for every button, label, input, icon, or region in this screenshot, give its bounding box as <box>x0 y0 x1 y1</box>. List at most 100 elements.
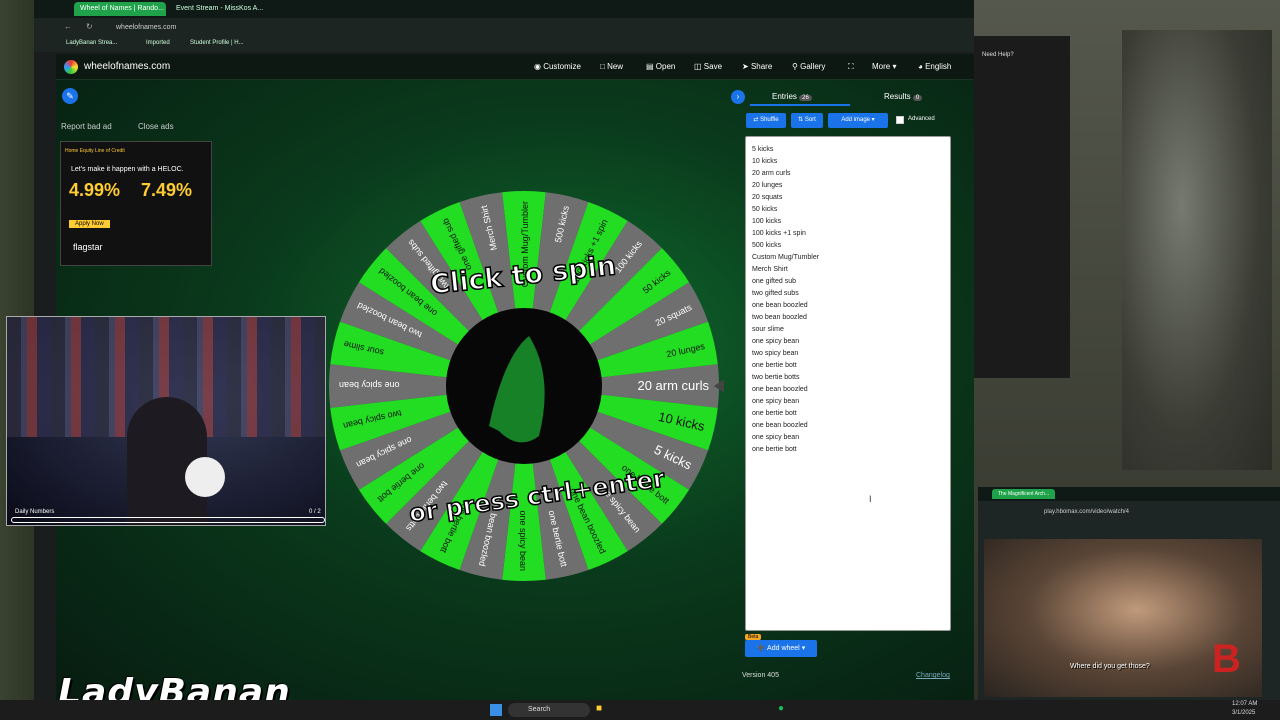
save-button[interactable]: ◫ Save <box>694 54 722 80</box>
save-label: Save <box>703 62 723 71</box>
entry-line[interactable]: one bean boozled <box>752 384 944 396</box>
entry-line[interactable]: one gifted sub <box>752 276 944 288</box>
fullscreen-icon[interactable]: ⛶ <box>848 54 854 80</box>
entry-line[interactable]: one spicy bean <box>752 336 944 348</box>
video-url[interactable]: play.hbomax.com/video/watch/4 <box>1044 509 1129 515</box>
entry-line[interactable]: one bertie bott <box>752 408 944 420</box>
entry-line[interactable]: two bean boozled <box>752 312 944 324</box>
open-label: Open <box>655 62 676 71</box>
edit-icon[interactable]: ✎ <box>62 88 78 104</box>
advanced-label: Advanced <box>908 116 935 122</box>
entry-line[interactable]: Custom Mug/Tumbler <box>752 252 944 264</box>
active-tab-indicator <box>750 104 850 106</box>
tab-entries[interactable]: Entries 26 <box>772 92 812 101</box>
plush-toy <box>185 457 225 497</box>
url-text[interactable]: wheelofnames.com <box>116 24 176 31</box>
ad-apply-button[interactable]: Apply Now <box>69 220 110 228</box>
add-wheel-button[interactable]: ➕ Add wheel ▾ <box>745 640 817 657</box>
back-icon[interactable]: ← <box>64 22 72 31</box>
report-bad-ad-link[interactable]: Report bad ad <box>61 122 112 131</box>
panel-tabs: Entries 26 Results 0 <box>750 88 950 106</box>
language-button[interactable]: ◕ English <box>918 54 951 80</box>
tab-event-stream[interactable]: Event Stream - MissKos A... <box>170 2 270 16</box>
b-logo: B <box>1212 637 1241 681</box>
entries-textarea[interactable]: 5 kicks 10 kicks 20 arm curls 20 lunges 20 s… <box>745 136 951 631</box>
new-button[interactable]: □ New <box>600 54 623 80</box>
mini-browser-window: Need Help? <box>972 36 1070 378</box>
ad-top-text: Home Equity Line of Credit <box>65 148 125 154</box>
entry-line[interactable]: one bertie bott <box>752 360 944 372</box>
bookmark-imported[interactable]: Imported <box>146 40 170 46</box>
tab-results[interactable]: Results 0 <box>884 92 923 101</box>
logo-icon <box>64 60 78 74</box>
entry-line[interactable]: sour slime <box>752 324 944 336</box>
clock-time: 12:07 AM <box>1232 701 1258 707</box>
top-navigation: wheelofnames.com ◉ Customize □ New ▤ Ope… <box>56 54 974 80</box>
version-label: Version 405 <box>742 672 779 679</box>
bookmark-ladybanan[interactable]: LadyBanan Strea... <box>66 40 117 46</box>
wheel-slice-label: one spicy bean <box>518 510 528 571</box>
reload-icon[interactable]: ↻ <box>86 22 93 31</box>
taskbar-search[interactable]: Search <box>508 703 590 717</box>
advanced-checkbox[interactable] <box>896 116 904 124</box>
entry-line[interactable]: 20 squats <box>752 192 944 204</box>
entry-line[interactable]: one bertie bott <box>752 444 944 456</box>
daily-progress-bar <box>11 517 325 523</box>
share-label: Share <box>750 62 773 71</box>
bookmark-student[interactable]: Student Profile | H... <box>190 40 244 46</box>
ad-banner[interactable]: Home Equity Line of Credit Let's make it… <box>60 141 212 266</box>
more-label: More <box>872 62 891 71</box>
add-image-label: Add image <box>841 117 870 123</box>
address-bar: ← ↻ wheelofnames.com <box>34 18 974 38</box>
entry-line[interactable]: 100 kicks <box>752 216 944 228</box>
man-portrait <box>1122 30 1272 470</box>
tab-results-label: Results <box>884 92 911 101</box>
gallery-label: Gallery <box>800 62 826 71</box>
tab-entries-label: Entries <box>772 92 797 101</box>
ad-rate-1: 4.99% <box>69 180 121 200</box>
taskbar: Search ■ ● 12:07 AM 3/1/2025 <box>0 700 1280 720</box>
more-button[interactable]: More ▾ <box>872 54 896 80</box>
sort-button[interactable]: ⇅ Sort <box>791 113 823 128</box>
need-help-label[interactable]: Need Help? <box>982 52 1014 58</box>
customize-button[interactable]: ◉ Customize <box>534 54 581 80</box>
wheel-slice-label: one spicy bean <box>339 380 400 390</box>
shuffle-button[interactable]: ⇄ Shuffle <box>746 113 786 128</box>
collapse-panel-icon[interactable]: › <box>731 90 745 104</box>
open-button[interactable]: ▤ Open <box>646 54 675 80</box>
video-tab[interactable]: The Magnificent Arch... <box>992 489 1056 499</box>
entry-line[interactable]: two spicy bean <box>752 348 944 360</box>
webcam-overlay: Daily Numbers 0 / 2 <box>6 316 326 526</box>
entry-line[interactable]: two bertie botts <box>752 372 944 384</box>
entry-line[interactable]: 20 arm curls <box>752 168 944 180</box>
entry-line[interactable]: 5 kicks <box>752 144 944 156</box>
ad-text: Let's make it happen with a HELOC. <box>71 166 184 173</box>
entry-line[interactable]: one spicy bean <box>752 432 944 444</box>
entry-line[interactable]: one bean boozled <box>752 300 944 312</box>
entry-line[interactable]: one spicy bean <box>752 396 944 408</box>
wheel[interactable]: 20 arm curls10 kicks5 kicksone bertie bo… <box>324 186 724 586</box>
entry-line[interactable]: Merch Shirt <box>752 264 944 276</box>
video-subtitle: Where did you get those? <box>1070 663 1150 670</box>
new-label: New <box>607 62 624 71</box>
logo-text[interactable]: wheelofnames.com <box>84 54 170 80</box>
entry-line[interactable]: 20 lunges <box>752 180 944 192</box>
changelog-link[interactable]: Changelog <box>916 672 950 679</box>
add-image-button[interactable]: Add image ▾ <box>828 113 888 128</box>
tab-wheel[interactable]: Wheel of Names | Rando... <box>74 2 166 16</box>
entry-line[interactable]: 100 kicks +1 spin <box>752 228 944 240</box>
entry-line[interactable]: one bean boozled <box>752 420 944 432</box>
customize-label: Customize <box>543 62 581 71</box>
entry-line[interactable]: 10 kicks <box>752 156 944 168</box>
daily-numbers-count: 0 / 2 <box>309 509 321 515</box>
close-ads-link[interactable]: Close ads <box>138 122 174 131</box>
entry-line[interactable]: 50 kicks <box>752 204 944 216</box>
entry-line[interactable]: 500 kicks <box>752 240 944 252</box>
windows-start-icon[interactable] <box>490 704 502 716</box>
share-button[interactable]: ➤ Share <box>742 54 772 80</box>
clock-date: 3/1/2025 <box>1232 710 1256 716</box>
gallery-button[interactable]: ⚲ Gallery <box>792 54 825 80</box>
entry-line[interactable]: two gifted subs <box>752 288 944 300</box>
spotify-icon[interactable]: ● <box>778 703 784 714</box>
file-explorer-icon[interactable]: ■ <box>596 703 602 714</box>
